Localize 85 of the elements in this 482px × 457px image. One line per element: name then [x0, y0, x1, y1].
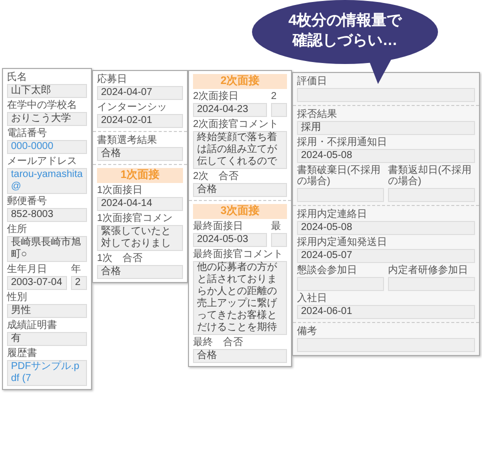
section-header: 2次面接: [193, 74, 287, 89]
field-label: メールアドレス: [7, 156, 78, 167]
comment-box[interactable]: 終始笑顔で落ち着 は話の組み立てが 伝してくれるので: [193, 131, 287, 169]
input-field[interactable]: 合格: [193, 349, 287, 363]
input-field[interactable]: 2003-07-04: [7, 276, 67, 290]
input-field[interactable]: 2024-05-08: [297, 149, 475, 163]
field-label: 最: [271, 221, 282, 232]
field-label: 採用内定通知発送日: [297, 237, 388, 248]
field-label: 2: [271, 91, 278, 102]
comment-line: 対しておりまし: [101, 238, 172, 250]
input-field[interactable]: 合格: [97, 147, 183, 161]
field-label: 1次 合否: [97, 253, 144, 264]
input-field[interactable]: [297, 277, 384, 291]
input-field[interactable]: [388, 277, 475, 291]
field-label: 懇談会参加日: [297, 265, 358, 276]
field-label: 在学中の学校名: [7, 100, 78, 111]
comment-line: は話の組み立てが: [197, 144, 278, 156]
field-label: 最終 合否: [193, 337, 244, 348]
field-label: 内定者研修参加日: [388, 265, 469, 276]
input-field[interactable]: 合格: [97, 265, 183, 279]
input-field[interactable]: [271, 233, 287, 247]
section-header: 1次面接: [97, 168, 183, 183]
input-field[interactable]: 有: [7, 332, 87, 346]
input-field[interactable]: 採用: [297, 121, 475, 135]
field-label: インターンシッ: [97, 102, 168, 113]
input-field[interactable]: 2024-05-03: [193, 233, 267, 247]
field-label: 氏名: [7, 72, 28, 83]
field-label: 性別: [7, 292, 28, 303]
input-field[interactable]: [297, 338, 475, 352]
input-field[interactable]: 合格: [193, 183, 287, 197]
field-label: 1次面接官コメン: [97, 213, 174, 224]
callout-text: 4枚分の情報量で: [288, 11, 402, 31]
comment-line: 終始笑顔で落ち着: [197, 132, 278, 144]
comment-box[interactable]: 緊張していたと 対しておりまし: [97, 225, 183, 251]
field-label: 応募日: [97, 74, 128, 85]
comment-line: だけることを期待: [197, 322, 278, 334]
input-field[interactable]: 2024-04-14: [97, 197, 183, 211]
comment-line: と話されておりま: [197, 274, 278, 286]
comment-line: 伝してくれるので: [197, 156, 278, 168]
input-field[interactable]: 2024-02-01: [97, 114, 183, 128]
field-label: 書類破棄日(不採用の場合): [297, 165, 382, 187]
field-label: 2次面接日: [193, 91, 240, 102]
comment-line: 他の応募者の方が: [197, 262, 278, 274]
field-label: 生年月日: [7, 264, 48, 275]
input-field[interactable]: [297, 88, 475, 102]
field-label: 書類選考結果: [97, 135, 158, 146]
field-label: 書類返却日(不採用の場合): [388, 165, 472, 187]
field-label: 電話番号: [7, 128, 48, 139]
field-label: 採用内定連絡日: [297, 209, 368, 220]
input-field[interactable]: おりこう大学: [7, 112, 87, 126]
input-field[interactable]: 2024-04-07: [97, 86, 183, 100]
field-label: 最終面接官コメント: [193, 249, 284, 260]
field-label: 年: [71, 264, 82, 275]
input-field[interactable]: 長崎県長崎市旭町○: [7, 236, 87, 262]
callout-text: 確認しづらい…: [292, 31, 398, 51]
field-label: 採否結果: [297, 109, 338, 120]
input-field[interactable]: [271, 103, 287, 117]
input-field[interactable]: 2024-05-08: [297, 221, 475, 235]
input-field[interactable]: [388, 188, 475, 202]
comment-line: らか人との距離の: [197, 286, 278, 298]
input-field[interactable]: [297, 188, 384, 202]
field-label: 評価日: [297, 76, 328, 87]
field-label: 入社日: [297, 293, 328, 304]
field-label: 履歴書: [7, 348, 38, 359]
field-label: 2次面接官コメント: [193, 119, 280, 130]
field-label: 2次 合否: [193, 171, 240, 182]
field-label: 備考: [297, 326, 318, 337]
field-label: 成績証明書: [7, 320, 58, 331]
comment-box[interactable]: 他の応募者の方が と話されておりま らか人との距離の 売上アップに繋げ ってきたお客様と だけることを期待: [193, 261, 287, 335]
field-label: 住所: [7, 224, 28, 235]
input-field[interactable]: 2: [71, 276, 87, 290]
input-field[interactable]: 2024-04-23: [193, 103, 267, 117]
input-field[interactable]: 男性: [7, 304, 87, 318]
field-label: 1次面接日: [97, 185, 144, 196]
input-field[interactable]: 2024-05-07: [297, 249, 475, 263]
comment-line: ってきたお客様と: [197, 310, 278, 322]
section-header: 3次面接: [193, 204, 287, 219]
comment-line: 売上アップに繋げ: [197, 298, 278, 310]
input-field[interactable]: 山下太郎: [7, 84, 87, 98]
input-field[interactable]: 2024-06-01: [297, 305, 475, 319]
input-field[interactable]: 852-8003: [7, 208, 87, 222]
comment-line: 緊張していたと: [101, 226, 172, 238]
field-label: 採用・不採用通知日: [297, 137, 388, 148]
field-label: 郵便番号: [7, 196, 48, 207]
field-label: 最終面接日: [193, 221, 244, 232]
